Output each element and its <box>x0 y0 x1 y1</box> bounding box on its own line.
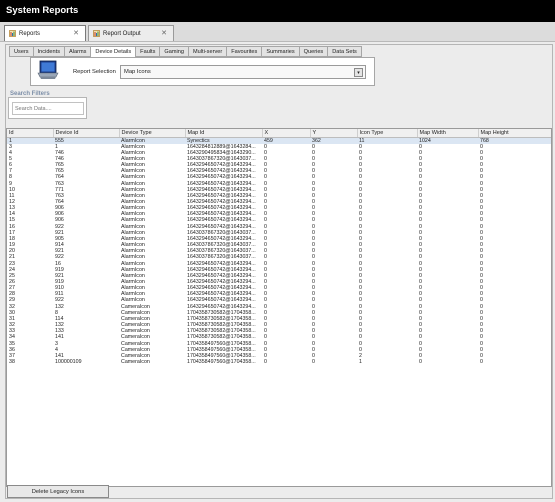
table-cell: 1643037867320@1643037... <box>187 229 256 236</box>
report-output-icon <box>93 30 100 37</box>
table-cell: 1643294650742@1643294... <box>187 205 256 212</box>
table-cell: 1704358730582@1704358... <box>187 315 256 322</box>
table-cell: 1704358730582@1704358... <box>187 328 256 335</box>
table-cell: 1643294650742@1643294... <box>187 192 256 199</box>
chevron-down-icon[interactable]: ▾ <box>354 68 363 77</box>
window-title: System Reports <box>6 5 79 16</box>
table-cell: 1704358730582@1704358... <box>187 309 256 316</box>
column-header-icon-type[interactable]: Icon Type <box>357 129 418 138</box>
column-header-device-type[interactable]: Device Type <box>119 129 186 138</box>
table-cell: 1704358497560@1704358... <box>187 359 256 366</box>
tab-report-output-label: Report Output <box>103 30 141 37</box>
table-cell: 1643294650742@1643294... <box>187 186 256 193</box>
column-header-map-width[interactable]: Map Width <box>417 129 479 138</box>
column-header-device-id[interactable]: Device Id <box>53 129 120 138</box>
delete-legacy-icons-button[interactable]: Delete Legacy Icons <box>7 485 109 498</box>
tab-queries[interactable]: Queries <box>298 46 328 57</box>
table-cell: 1704358497560@1704358... <box>187 352 256 359</box>
table-cell: 1643294650742@1643294... <box>187 217 256 224</box>
tab-alarms[interactable]: Alarms <box>64 46 91 57</box>
table-cell: 1643294650742@1643294... <box>187 260 256 267</box>
monitor-icon <box>36 60 60 80</box>
tab-faults[interactable]: Faults <box>135 46 160 57</box>
table-cell: 1643294650742@1643294... <box>187 266 256 273</box>
table-cell: 100000109 <box>55 359 82 366</box>
table-cell: 1643294650742@1643294... <box>187 303 256 310</box>
table-cell: 1643294650742@1643294... <box>187 285 256 292</box>
table-cell: 1643294650742@1643294... <box>187 168 256 175</box>
table-cell: 1704358497560@1704358... <box>187 340 256 347</box>
table-cell: 0 <box>312 359 315 366</box>
table-header-row: Id Device Id Device Type Map Id X Y Icon… <box>7 129 551 138</box>
table-cell: 1643294650742@1643294... <box>187 291 256 298</box>
tab-multi-server[interactable]: Multi-server <box>188 46 227 57</box>
table-cell: 1643294650742@1643294... <box>187 279 256 286</box>
table-cell: 1643290495834@1643290... <box>187 149 256 156</box>
tab-favourites[interactable]: Favourites <box>226 46 262 57</box>
tab-users[interactable]: Users <box>9 46 33 57</box>
table-cell: 1 <box>359 359 362 366</box>
table-cell: 1643294650742@1643294... <box>187 223 256 230</box>
close-icon[interactable]: ✕ <box>73 29 79 37</box>
close-icon[interactable]: ✕ <box>161 29 167 37</box>
column-header-id[interactable]: Id <box>7 129 54 138</box>
device-table: Id Device Id Device Type Map Id X Y Icon… <box>7 129 551 366</box>
column-header-x[interactable]: X <box>262 129 311 138</box>
report-category-tabs: Users Incidents Alarms Device Details Fa… <box>9 46 362 58</box>
search-filters-box <box>8 97 87 119</box>
table-cell: 0 <box>419 359 422 366</box>
table-cell: 1643284812889@1643284... <box>187 143 256 150</box>
table-cell: 1643294650742@1643294... <box>187 297 256 304</box>
reports-icon <box>9 30 16 37</box>
device-grid: Id Device Id Device Type Map Id X Y Icon… <box>6 128 552 487</box>
table-cell: 1704358497560@1704358... <box>187 346 256 353</box>
table-cell: 1643037867320@1643037... <box>187 254 256 261</box>
table-cell: 1643294650742@1643294... <box>187 180 256 187</box>
column-header-map-id[interactable]: Map Id <box>185 129 263 138</box>
tab-reports-label: Reports <box>19 30 41 37</box>
table-cell: 1643037867320@1643037... <box>187 242 256 249</box>
tab-report-output[interactable]: Report Output ✕ <box>88 25 174 41</box>
report-selection-label: Report Selection <box>73 69 116 75</box>
tab-data-sets[interactable]: Data Sets <box>327 46 362 57</box>
table-row[interactable]: 38 100000109 CameraIcon 1704358497560@17043… <box>7 359 551 366</box>
title-bar: System Reports <box>0 0 555 22</box>
table-cell: 1643294650742@1643294... <box>187 198 256 205</box>
table-cell: 1643294650742@1643294... <box>187 211 256 218</box>
table-cell: 0 <box>264 359 267 366</box>
table-cell: 1643294650742@1643294... <box>187 272 256 279</box>
tab-incidents[interactable]: Incidents <box>32 46 64 57</box>
column-header-y[interactable]: Y <box>310 129 358 138</box>
table-cell: 1704358730582@1704358... <box>187 334 256 341</box>
table-cell: 38 <box>9 359 15 366</box>
table-cell: 1704358730582@1704358... <box>187 322 256 329</box>
table-cell: 0 <box>480 359 483 366</box>
table-cell: 1643294650742@1643294... <box>187 235 256 242</box>
report-selection-box: Report Selection Map Icons ▾ <box>30 57 375 86</box>
tab-gaming[interactable]: Gaming <box>159 46 188 57</box>
search-input[interactable] <box>12 102 84 115</box>
table-cell: CameraIcon <box>121 359 150 366</box>
table-cell: 1643294650742@1643294... <box>187 162 256 169</box>
column-header-map-height[interactable]: Map Height <box>478 129 551 138</box>
table-cell: 1643037867320@1643037... <box>187 155 256 162</box>
table-body: 1 555 AlarmIcon Synectics 459 362 11 1024 768 3 1 A… <box>7 137 551 366</box>
report-selection-value: Map Icons <box>124 69 151 75</box>
report-selection-dropdown[interactable]: Map Icons ▾ <box>120 65 366 79</box>
tab-summaries[interactable]: Summaries <box>261 46 299 57</box>
table-cell: 1643294650742@1643294... <box>187 174 256 181</box>
tab-reports[interactable]: Reports ✕ <box>4 25 86 41</box>
table-cell: 1643037867320@1643037... <box>187 248 256 255</box>
